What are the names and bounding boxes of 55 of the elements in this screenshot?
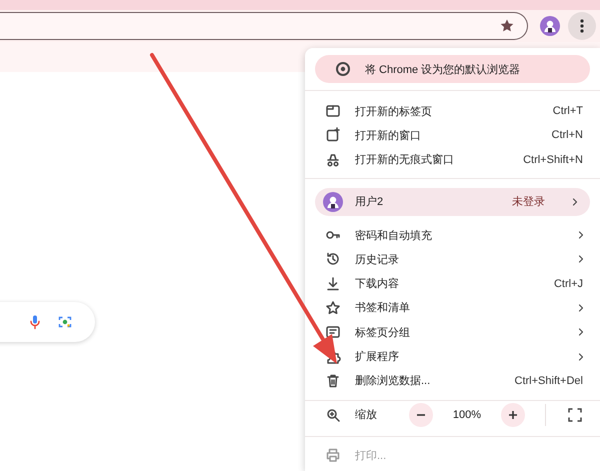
browser-logo-icon <box>335 61 351 77</box>
profile-name: 用户2 <box>355 194 384 210</box>
menu-item-label: 书签和清单 <box>355 301 411 316</box>
menu-item-label: 打印... <box>355 448 388 463</box>
zoom-label: 缩放 <box>355 408 378 422</box>
new-window-icon <box>325 127 341 144</box>
shortcut-text: Ctrl+Shift+Del <box>514 374 583 387</box>
menu-item-label: 下载内容 <box>355 276 400 292</box>
history-icon <box>325 251 341 268</box>
plus-icon <box>508 410 518 420</box>
default-browser-banner[interactable]: 将 Chrome 设为您的默认浏览器 <box>315 55 590 83</box>
shortcut-text: Ctrl+T <box>552 105 583 118</box>
menu-button[interactable] <box>568 12 596 40</box>
bookmark-star-icon <box>499 18 515 34</box>
profile-avatar-icon[interactable] <box>540 16 560 36</box>
search-box[interactable] <box>0 302 95 342</box>
zoom-icon <box>325 406 341 423</box>
menu-item[interactable]: 下载内容 Ctrl+J <box>305 271 600 296</box>
camera-search-icon <box>57 314 73 330</box>
download-icon <box>325 276 341 292</box>
menu-item[interactable]: 打开新的无痕式窗口 Ctrl+Shift+N <box>305 148 600 172</box>
menu-item-label: 扩展程序 <box>355 350 400 364</box>
menu-item[interactable]: 标签页分组 <box>305 320 600 344</box>
menu-item-label: 打开新的窗口 <box>355 128 422 143</box>
menu-item-label: 密码和自动填充 <box>355 228 433 243</box>
menu-item[interactable]: 删除浏览数据... Ctrl+Shift+Del <box>305 368 600 393</box>
menu-item[interactable]: 书签和清单 <box>305 296 600 320</box>
star-icon <box>325 300 341 316</box>
zoom-in-button[interactable] <box>501 402 525 427</box>
menu-item[interactable]: 打开新的标签页 Ctrl+T <box>305 99 600 124</box>
tab-group-icon <box>325 324 341 340</box>
sign-in-status: 未登录 <box>512 195 545 210</box>
menu-item-label: 打开新的标签页 <box>355 104 433 119</box>
menu-item-label: 打开新的无痕式窗口 <box>355 152 455 168</box>
tab-icon <box>325 103 341 120</box>
shortcut-text: Ctrl+N <box>552 129 583 142</box>
shortcut-text: Ctrl+Shift+N <box>523 154 583 166</box>
zoom-out-button[interactable] <box>409 402 433 427</box>
menu-item[interactable]: 打开新的窗口 Ctrl+N <box>305 123 600 148</box>
profile-item[interactable]: 用户2 未登录 <box>315 188 590 216</box>
incognito-icon <box>325 152 341 168</box>
trash-icon <box>325 372 341 389</box>
menu-item-label: 历史记录 <box>355 252 400 267</box>
menu-item-label: 删除浏览数据... <box>355 374 432 388</box>
shortcut-text: Ctrl+J <box>554 278 583 290</box>
printer-icon <box>325 447 341 464</box>
menu-item[interactable]: 历史记录 <box>305 247 600 272</box>
fullscreen-icon <box>568 408 582 422</box>
address-bar[interactable] <box>0 12 528 40</box>
menu-item-label: 标签页分组 <box>355 326 411 340</box>
menu-item[interactable]: 密码和自动填充 <box>305 222 600 248</box>
more-vertical-icon <box>580 19 584 33</box>
avatar-icon <box>323 192 343 212</box>
banner-text: 将 Chrome 设为您的默认浏览器 <box>365 62 520 76</box>
zoom-value: 100% <box>452 408 482 421</box>
